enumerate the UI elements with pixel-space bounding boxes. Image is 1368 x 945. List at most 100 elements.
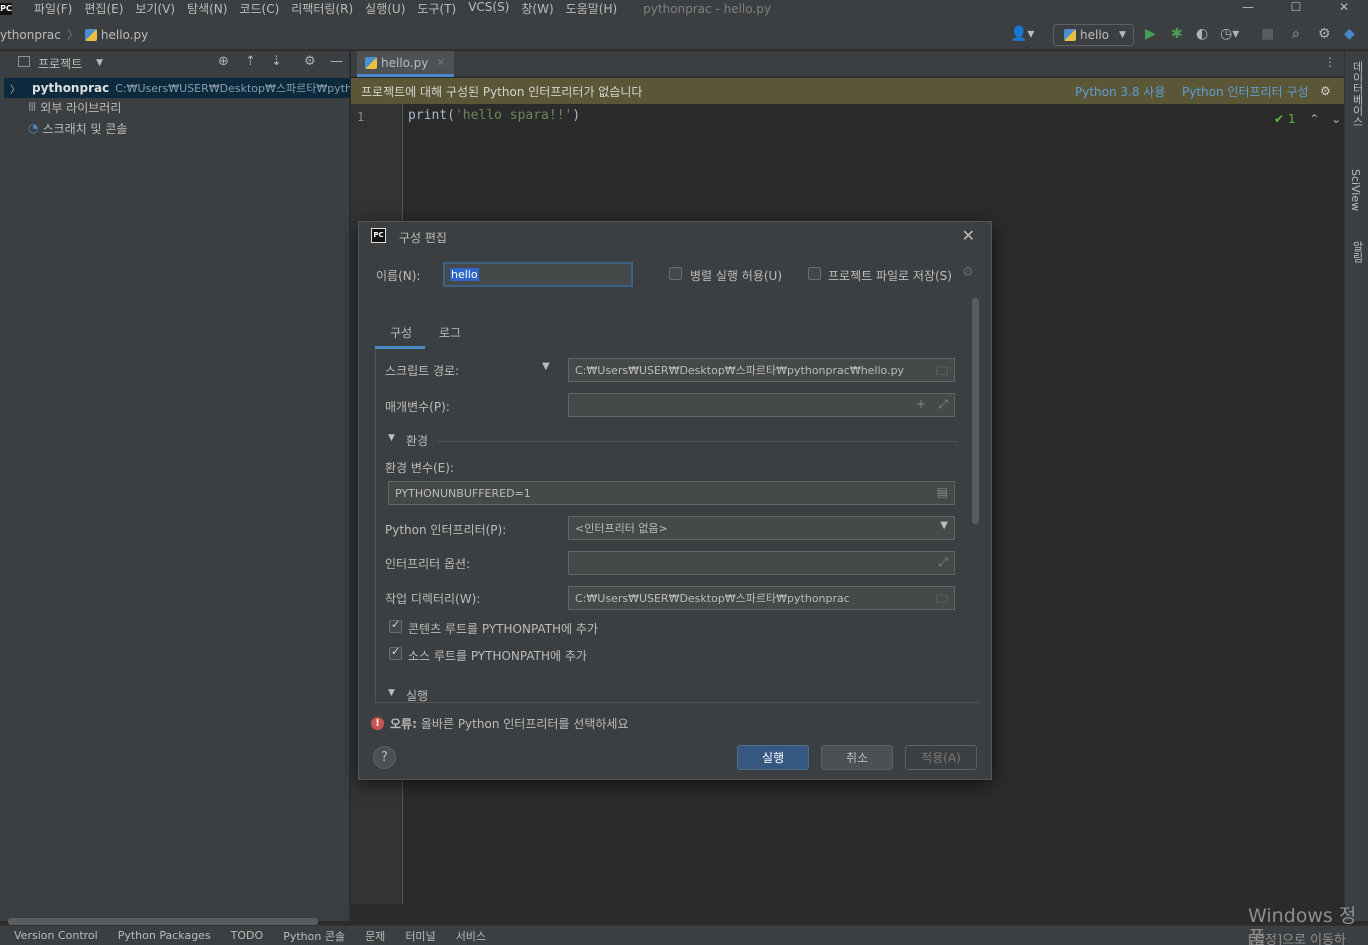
debug-icon[interactable]: ✱: [1171, 26, 1183, 42]
menu-code[interactable]: 코드(C): [233, 0, 285, 17]
menu-vcs[interactable]: VCS(S): [462, 0, 515, 17]
stop-icon[interactable]: ■: [1261, 26, 1274, 42]
cancel-button[interactable]: 취소: [821, 745, 893, 770]
locate-icon[interactable]: ⊕: [218, 54, 229, 69]
script-type-dropdown-icon[interactable]: ▼: [542, 361, 550, 372]
configure-interpreter-link[interactable]: Python 인터프리터 구성: [1182, 83, 1309, 100]
menu-view[interactable]: 보기(V): [129, 0, 181, 17]
expand-icon[interactable]: ⤢: [938, 555, 948, 570]
parameters-input[interactable]: + ⤢: [568, 393, 955, 417]
environment-section-title[interactable]: 환경: [406, 432, 428, 449]
tab-logs[interactable]: 로그: [439, 324, 461, 341]
search-icon[interactable]: ⌕: [1292, 26, 1300, 42]
store-as-project-file-checkbox[interactable]: [808, 267, 821, 280]
pycharm-logo-icon: PC: [0, 2, 12, 15]
python-packages-tab[interactable]: Python Packages: [118, 929, 211, 942]
breadcrumb-project[interactable]: ythonprac: [0, 28, 61, 42]
parallel-run-checkbox[interactable]: [669, 267, 682, 280]
problems-tab[interactable]: 문제: [365, 928, 385, 944]
inspection-widget[interactable]: ✔ 1 ⌃ ⌄: [1274, 112, 1341, 126]
content-root-checkbox[interactable]: [389, 618, 402, 633]
tab-configuration[interactable]: 구성: [390, 324, 412, 341]
menu-file[interactable]: 파일(F): [28, 0, 78, 17]
chevron-right-icon[interactable]: 〉: [10, 81, 20, 96]
script-path-label: 스크립트 경로:: [385, 364, 460, 378]
content-root-label: 콘텐츠 루트를 PYTHONPATH에 추가: [408, 622, 598, 636]
main-menu: 파일(F) 편집(E) 보기(V) 탐색(N) 코드(C) 리팩터링(R) 실행…: [28, 0, 623, 17]
document-icon[interactable]: ▤: [937, 485, 948, 499]
gear-icon[interactable]: ⚙: [962, 265, 974, 280]
menu-help[interactable]: 도움말(H): [560, 0, 624, 17]
run-button[interactable]: 실행: [737, 745, 809, 770]
gear-icon[interactable]: ⚙: [304, 54, 316, 69]
profile-icon[interactable]: ◷▾: [1220, 26, 1239, 42]
inspection-count: 1: [1287, 112, 1296, 126]
tab-hello-py[interactable]: hello.py ✕: [357, 51, 454, 77]
vertical-scrollbar[interactable]: [972, 298, 979, 524]
run-config-selector[interactable]: hello ▼: [1053, 24, 1134, 46]
todo-tab[interactable]: TODO: [231, 929, 264, 942]
chevron-down-icon[interactable]: ▼: [388, 433, 395, 443]
expand-icon[interactable]: ⤢: [938, 397, 948, 412]
env-vars-input[interactable]: PYTHONUNBUFFERED=1 ▤: [388, 481, 955, 505]
source-root-checkbox[interactable]: [389, 645, 402, 660]
library-icon: Ⅲ: [28, 100, 37, 114]
panel-divider: [375, 702, 979, 703]
close-icon[interactable]: ✕: [436, 56, 445, 69]
minimize-button[interactable]: —: [1224, 0, 1272, 14]
menu-tools[interactable]: 도구(T): [411, 0, 462, 17]
database-tool-button[interactable]: 데이터베이스: [1349, 61, 1365, 127]
menu-refactor[interactable]: 리팩터링(R): [285, 0, 359, 17]
services-tab[interactable]: 서비스: [456, 928, 486, 944]
code-line[interactable]: print('hello spara!!'): [408, 108, 580, 123]
chevron-up-icon[interactable]: ⌃: [1309, 112, 1319, 126]
tree-item-external-libraries[interactable]: Ⅲ 외부 라이브러리: [4, 97, 350, 117]
tree-item-scratches[interactable]: ◔ 스크래치 및 콘솔: [4, 118, 350, 138]
chevron-down-icon[interactable]: ⌄: [1331, 112, 1341, 126]
version-control-tab[interactable]: Version Control: [14, 929, 98, 942]
chevron-down-icon[interactable]: ▼: [96, 58, 103, 68]
error-prefix: 오류:: [390, 717, 417, 731]
breadcrumb-file[interactable]: hello.py: [101, 28, 148, 42]
help-button[interactable]: ?: [373, 746, 396, 769]
tree-item-label: 외부 라이브러리: [40, 100, 122, 115]
apply-button[interactable]: 적용(A): [905, 745, 977, 770]
collapse-all-icon[interactable]: ⇣: [271, 54, 282, 69]
folder-icon[interactable]: 🗀: [936, 590, 948, 609]
tree-item-project-root[interactable]: 〉 pythonprac C:₩Users₩USER₩Desktop₩스파르타₩…: [4, 78, 350, 98]
interpreter-select[interactable]: <인터프리터 없음> ▼: [568, 516, 955, 540]
interpreter-options-input[interactable]: ⤢: [568, 551, 955, 575]
menu-edit[interactable]: 편집(E): [78, 0, 129, 17]
horizontal-scrollbar[interactable]: [8, 918, 318, 925]
project-panel-title[interactable]: 프로젝트: [38, 55, 82, 72]
name-input[interactable]: hello: [443, 262, 633, 287]
python-console-tab[interactable]: Python 콘솔: [283, 928, 345, 944]
configuration-panel: 스크립트 경로: ▼ C:₩Users₩USER₩Desktop₩스파르타₩py…: [375, 349, 965, 702]
add-icon[interactable]: +: [916, 397, 926, 411]
maximize-button[interactable]: ☐: [1272, 0, 1320, 14]
gear-icon[interactable]: ⚙: [1320, 84, 1331, 98]
run-icon[interactable]: ▶: [1145, 26, 1156, 42]
notifications-tool-button[interactable]: 알림: [1349, 241, 1365, 263]
working-directory-input[interactable]: C:₩Users₩USER₩Desktop₩스파르타₩pythonprac 🗀: [568, 586, 955, 610]
execution-section-title[interactable]: 실행: [406, 687, 428, 702]
sciview-tool-button[interactable]: SciView: [1349, 169, 1362, 211]
menu-run[interactable]: 실행(U): [359, 0, 411, 17]
use-python-link[interactable]: Python 3.8 사용: [1075, 83, 1165, 100]
close-window-button[interactable]: ✕: [1320, 0, 1368, 14]
chevron-down-icon[interactable]: ▼: [388, 688, 395, 698]
expand-all-icon[interactable]: ⇡: [245, 54, 256, 69]
plugin-icon[interactable]: ◆: [1344, 26, 1355, 42]
terminal-tab[interactable]: 터미널: [405, 928, 435, 944]
script-path-input[interactable]: C:₩Users₩USER₩Desktop₩스파르타₩pythonprac₩he…: [568, 358, 955, 382]
menu-navigate[interactable]: 탐색(N): [181, 0, 233, 17]
hide-icon[interactable]: —: [330, 54, 343, 69]
breadcrumb: ythonprac 〉 hello.py: [0, 26, 148, 43]
more-options-icon[interactable]: ⋮: [1324, 55, 1336, 69]
gear-icon[interactable]: ⚙: [1318, 26, 1331, 42]
coverage-icon[interactable]: ◐: [1196, 26, 1208, 42]
folder-icon[interactable]: 🗀: [936, 362, 948, 381]
close-icon[interactable]: ✕: [962, 226, 975, 245]
menu-window[interactable]: 창(W): [515, 0, 559, 17]
user-icon[interactable]: 👤▾: [1010, 26, 1034, 42]
